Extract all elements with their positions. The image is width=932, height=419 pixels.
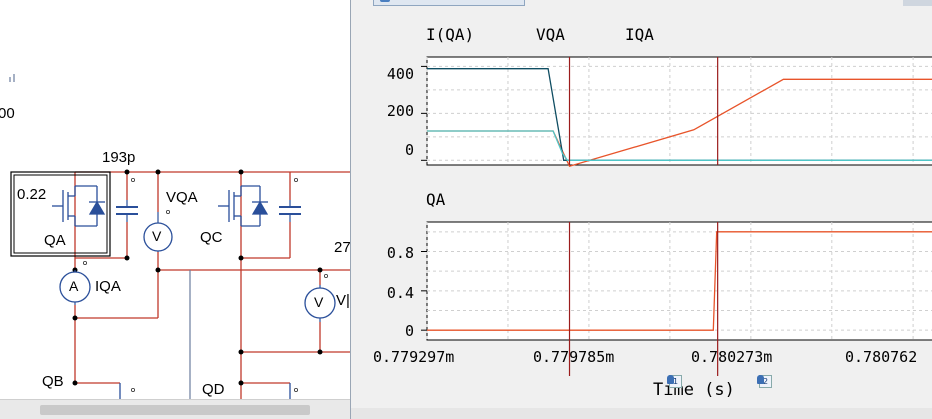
bottom-ytick-0.8: 0.8: [386, 244, 414, 262]
xtick-3: 0.780273m: [691, 348, 773, 366]
qd-name-label[interactable]: QD: [202, 381, 225, 398]
cursor-2-marker[interactable]: 2: [757, 375, 772, 388]
series-qa-line: [427, 231, 932, 331]
bottom-ytick-0: 0: [404, 322, 414, 340]
series-iqa-line: [427, 78, 932, 167]
vqa-name-label[interactable]: VQA: [166, 189, 198, 206]
capacitor-value-label: 193p: [102, 149, 136, 166]
right-voltmeter-symbol: V: [314, 294, 324, 310]
xtick-4: 0.780762: [845, 348, 918, 366]
qa-name-label[interactable]: QA: [44, 232, 66, 249]
scrollbar-thumb[interactable]: [40, 405, 310, 415]
qc-name-label[interactable]: QC: [200, 229, 223, 246]
bottom-plot-area: [426, 221, 932, 341]
vqa-symbol: V: [152, 228, 162, 244]
legend-qa: QA: [426, 190, 446, 209]
top-ytick-400: 400: [386, 65, 414, 83]
bottom-ytick-0.4: 0.4: [386, 284, 414, 302]
window-tab[interactable]: [373, 0, 525, 6]
top-ytick-0: 0: [404, 141, 414, 159]
iqa-symbol: A: [69, 278, 79, 294]
legend-i-qa: I(QA): [426, 25, 475, 44]
series-vqa-line: [427, 68, 932, 161]
cursor-1-marker[interactable]: 1: [667, 375, 682, 388]
xtick-1: 0.779297m: [373, 348, 455, 366]
simview-window: I(QA) VQA IQA 400 200 0 QA 0.8 0.4 0 0.7…: [350, 0, 932, 419]
window-status-strip: [351, 408, 932, 419]
series-iqa-line: [427, 130, 932, 161]
window-edge: [903, 0, 932, 6]
partial-label-mid-right: 27: [334, 239, 351, 256]
iqa-name-label[interactable]: IQA: [95, 278, 121, 295]
x-axis-label: Time (s): [653, 380, 735, 400]
schematic-horizontal-scrollbar[interactable]: [0, 399, 352, 419]
qa-value-label: 0.22: [17, 186, 47, 203]
partial-label-top-left: 00: [0, 105, 15, 122]
window-icon: [380, 0, 390, 2]
legend-iqa: IQA: [625, 25, 654, 44]
top-plot-area: [426, 56, 932, 166]
partial-label-far-right: V|: [336, 292, 350, 309]
legend-vqa: VQA: [536, 25, 565, 44]
qb-name-label[interactable]: QB: [42, 373, 64, 390]
xtick-2: 0.779785m: [533, 348, 615, 366]
schematic-wiring: [9, 74, 352, 399]
schematic-canvas[interactable]: 00 193p 0.22 QA VQA V QC 27 A IQA V V| Q…: [0, 0, 352, 419]
top-ytick-200: 200: [386, 102, 414, 120]
